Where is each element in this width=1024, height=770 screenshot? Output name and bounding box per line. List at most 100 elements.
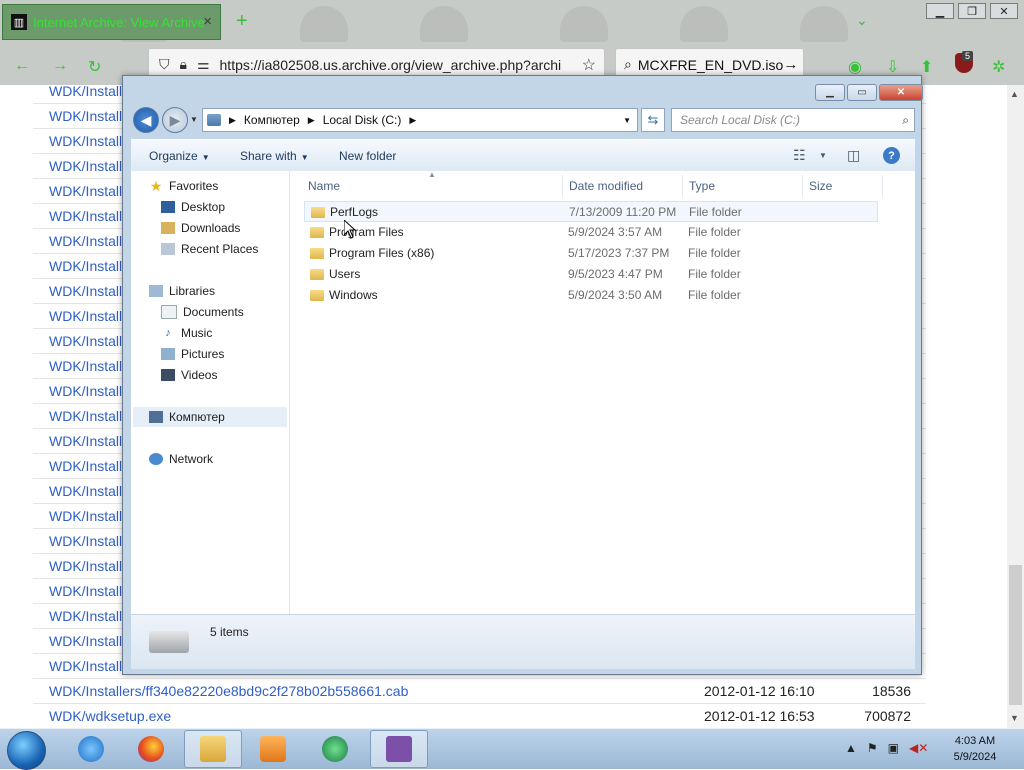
- organize-button[interactable]: Organize ▼: [149, 149, 210, 163]
- list-tabs-chevron-icon[interactable]: ⌄: [856, 12, 868, 29]
- download-icon[interactable]: ⇩: [886, 57, 899, 77]
- file-link[interactable]: WDK/Install: [49, 383, 122, 399]
- page-scrollbar[interactable]: ▲ ▼: [1007, 85, 1024, 728]
- volume-muted-icon[interactable]: ◀✕: [909, 741, 928, 755]
- column-divider[interactable]: [882, 175, 883, 197]
- file-link[interactable]: WDK/Installers/ff340e82220e8bd9c2f278b02…: [49, 683, 408, 699]
- explorer-search-input[interactable]: Search Local Disk (C:) ⌕: [671, 108, 915, 132]
- file-name[interactable]: Users: [329, 267, 360, 281]
- breadcrumb-chevron-icon[interactable]: ▶: [409, 115, 416, 126]
- minimize-button[interactable]: ▁: [815, 84, 845, 101]
- breadcrumb-chevron-icon[interactable]: ▶: [308, 115, 315, 126]
- file-link[interactable]: WDK/Install: [49, 183, 122, 199]
- internet-explorer-taskbar-icon[interactable]: [62, 730, 120, 768]
- breadcrumb-computer[interactable]: Компютер: [244, 113, 300, 127]
- nav-favorites[interactable]: ★ Favorites: [149, 176, 219, 196]
- file-row[interactable]: Users 9/5/2023 4:47 PM File folder: [304, 264, 878, 285]
- file-name[interactable]: Program Files (x86): [329, 246, 434, 260]
- file-row[interactable]: Program Files 5/9/2024 3:57 AM File folder: [304, 222, 878, 243]
- address-dropdown-icon[interactable]: ▼: [623, 116, 631, 125]
- back-button[interactable]: ◀: [133, 107, 159, 133]
- search-icon[interactable]: ⌕: [902, 113, 909, 128]
- column-divider[interactable]: [562, 175, 563, 197]
- file-row[interactable]: Program Files (x86) 5/17/2023 7:37 PM File…: [304, 243, 878, 264]
- back-arrow-icon[interactable]: ←: [14, 57, 30, 75]
- file-link[interactable]: WDK/Install: [49, 358, 122, 374]
- new-folder-button[interactable]: New folder: [339, 149, 396, 163]
- start-button[interactable]: [7, 731, 46, 770]
- file-link[interactable]: WDK/Install: [49, 108, 122, 124]
- nav-downloads[interactable]: Downloads: [161, 218, 240, 238]
- file-name[interactable]: Program Files: [329, 225, 404, 239]
- file-link[interactable]: WDK/Install: [49, 233, 122, 249]
- browser-tab-active[interactable]: ▥ Internet Archive: View Archive ×: [2, 4, 221, 40]
- app-taskbar-icon[interactable]: [306, 730, 364, 768]
- column-header-size[interactable]: Size: [809, 179, 832, 193]
- browser-minimize-button[interactable]: ▁: [926, 3, 954, 19]
- file-link[interactable]: WDK/Install: [49, 508, 122, 524]
- file-link[interactable]: WDK/Install: [49, 633, 122, 649]
- column-header-name[interactable]: Name: [308, 179, 340, 193]
- file-row[interactable]: Windows 5/9/2024 3:50 AM File folder: [304, 285, 878, 306]
- file-link[interactable]: WDK/Install: [49, 433, 122, 449]
- column-header-type[interactable]: Type: [689, 179, 715, 193]
- maximize-button[interactable]: ▭: [847, 84, 877, 101]
- column-divider[interactable]: [682, 175, 683, 197]
- search-go-arrow-icon[interactable]: →: [783, 56, 798, 73]
- network-tray-icon[interactable]: ▣: [888, 741, 899, 755]
- recent-pages-dropdown-icon[interactable]: ▼: [190, 115, 198, 124]
- show-hidden-icons-icon[interactable]: ▲: [845, 741, 857, 755]
- file-link[interactable]: WDK/Install: [49, 258, 122, 274]
- file-link[interactable]: WDK/Install: [49, 458, 122, 474]
- file-link[interactable]: WDK/Install: [49, 658, 122, 674]
- scroll-down-icon[interactable]: ▼: [1010, 713, 1019, 723]
- bookmark-star-icon[interactable]: ☆: [582, 55, 596, 75]
- reload-icon[interactable]: ↻: [88, 57, 101, 77]
- nav-pictures[interactable]: Pictures: [161, 344, 224, 364]
- explorer-taskbar-icon[interactable]: [184, 730, 242, 768]
- nav-computer[interactable]: Компютер: [133, 407, 287, 427]
- column-header-date[interactable]: Date modified: [569, 179, 643, 193]
- preview-pane-icon[interactable]: ◫: [847, 147, 860, 164]
- file-link[interactable]: WDK/Install: [49, 483, 122, 499]
- column-divider[interactable]: [802, 175, 803, 197]
- file-link[interactable]: WDK/Install: [49, 283, 122, 299]
- firefox-taskbar-icon[interactable]: [122, 730, 180, 768]
- breadcrumb-chevron-icon[interactable]: ▶: [229, 115, 236, 126]
- clock[interactable]: 4:03 AM 5/9/2024: [940, 733, 1010, 765]
- file-link[interactable]: WDK/wdksetup.exe: [49, 708, 171, 724]
- view-dropdown-icon[interactable]: ▼: [819, 151, 827, 160]
- file-link[interactable]: WDK/Install: [49, 333, 122, 349]
- scrollbar-thumb[interactable]: [1009, 565, 1022, 705]
- file-link[interactable]: WDK/Install: [49, 308, 122, 324]
- file-name[interactable]: PerfLogs: [330, 205, 378, 219]
- pocket-icon[interactable]: ◉: [848, 57, 862, 77]
- nav-documents[interactable]: Documents: [161, 302, 244, 322]
- file-link[interactable]: WDK/Install: [49, 558, 122, 574]
- scroll-up-icon[interactable]: ▲: [1010, 89, 1019, 99]
- media-player-taskbar-icon[interactable]: [244, 730, 302, 768]
- view-options-icon[interactable]: ☷: [793, 147, 806, 164]
- file-link[interactable]: WDK/Install: [49, 608, 122, 624]
- nav-videos[interactable]: Videos: [161, 365, 217, 385]
- tab-close-icon[interactable]: ×: [203, 13, 212, 30]
- file-link[interactable]: WDK/Install: [49, 158, 122, 174]
- new-tab-button[interactable]: +: [236, 10, 248, 33]
- menu-icon[interactable]: ✲: [992, 57, 1005, 77]
- breadcrumb-local-disk[interactable]: Local Disk (C:): [323, 113, 402, 127]
- extension-icon[interactable]: ⬆: [920, 57, 933, 77]
- file-link[interactable]: WDK/Install: [49, 408, 122, 424]
- nav-libraries[interactable]: Libraries: [149, 281, 215, 301]
- nav-music[interactable]: ♪ Music: [161, 323, 212, 343]
- search-text[interactable]: MCXFRE_EN_DVD.iso: [638, 57, 783, 73]
- file-link[interactable]: WDK/Install: [49, 133, 122, 149]
- help-icon[interactable]: ?: [883, 147, 900, 164]
- browser-restore-button[interactable]: ❐: [958, 3, 986, 19]
- lock-icon[interactable]: 🔒︎: [180, 56, 187, 73]
- address-bar[interactable]: ▶ Компютер ▶ Local Disk (C:) ▶ ▼: [202, 108, 638, 132]
- nav-recent-places[interactable]: Recent Places: [161, 239, 258, 259]
- file-link[interactable]: WDK/Install: [49, 533, 122, 549]
- nav-network[interactable]: Network: [149, 449, 213, 469]
- browser-close-button[interactable]: ✕: [990, 3, 1018, 19]
- url-text[interactable]: https://ia802508.us.archive.org/view_arc…: [220, 57, 582, 73]
